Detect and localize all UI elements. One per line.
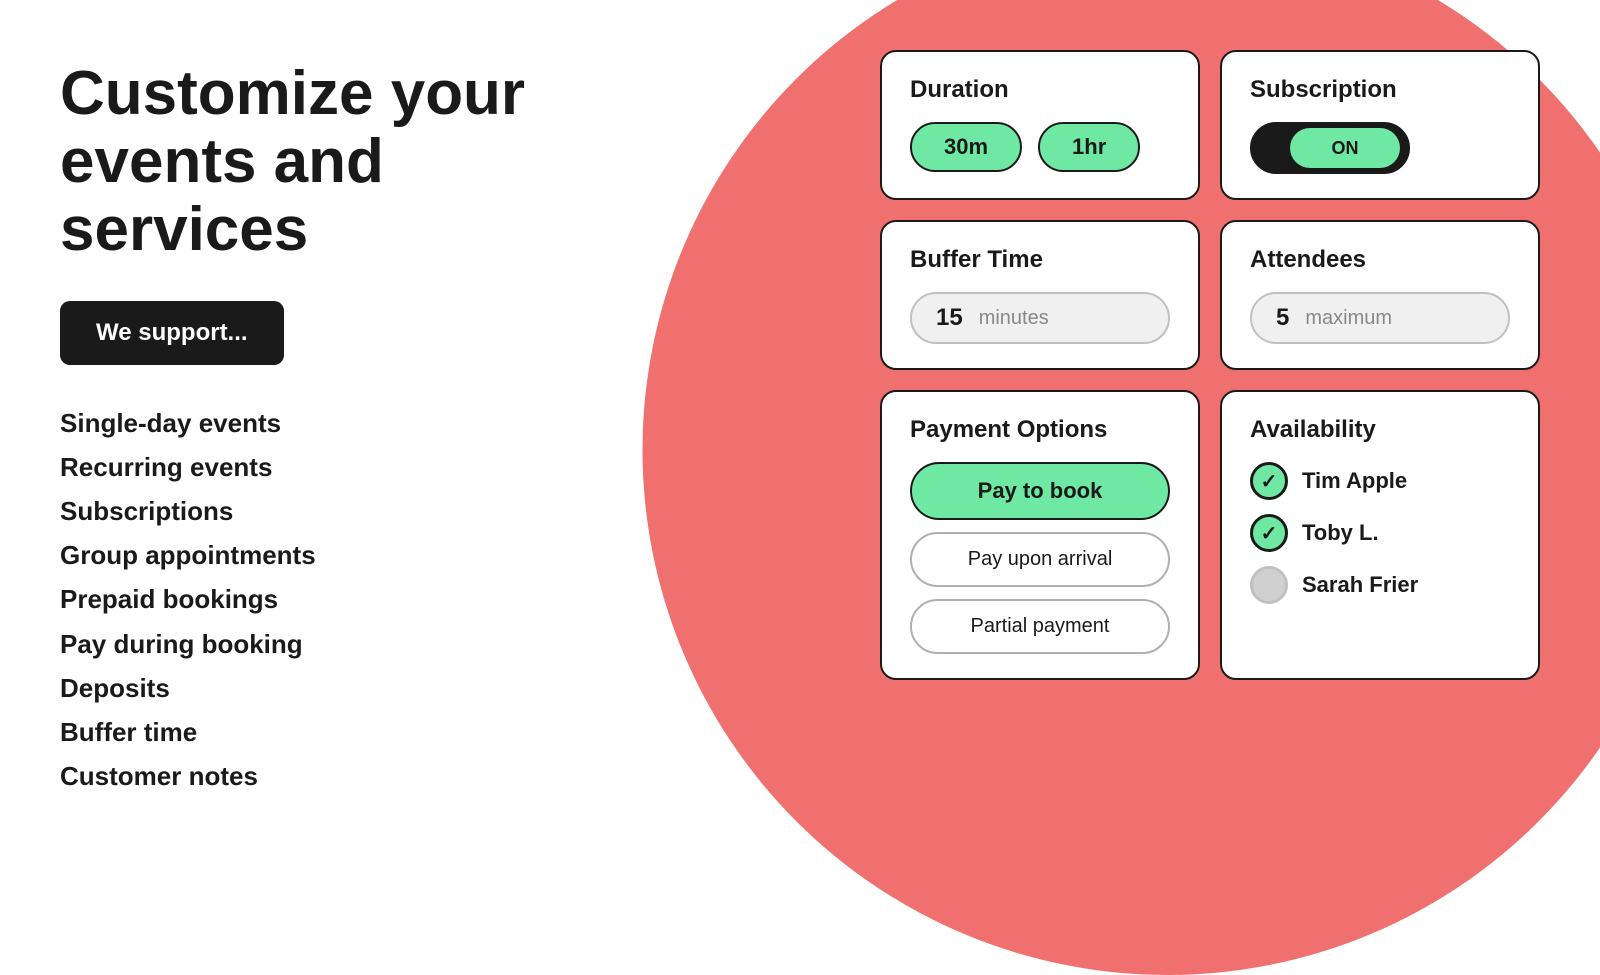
feature-list: Single-day eventsRecurring eventsSubscri… [60, 401, 640, 799]
feature-item: Deposits [60, 666, 640, 710]
feature-item: Customer notes [60, 754, 640, 798]
attendee-name: Sarah Frier [1302, 572, 1418, 598]
duration-title: Duration [910, 76, 1170, 104]
buffer-time-input[interactable]: 15 minutes [910, 292, 1170, 344]
buffer-time-unit: minutes [979, 307, 1049, 330]
feature-item: Single-day events [60, 401, 640, 445]
pay-upon-arrival-button[interactable]: Pay upon arrival [910, 532, 1170, 587]
checkmark-icon: ✓ [1261, 521, 1278, 546]
subscription-toggle[interactable]: ON [1250, 122, 1410, 174]
attendees-card: Attendees 5 maximum [1220, 220, 1540, 370]
subscription-card: Subscription ON [1220, 50, 1540, 200]
pay-to-book-button[interactable]: Pay to book [910, 462, 1170, 520]
availability-card: Availability ✓ Tim Apple ✓ Toby L. Sarah Fri… [1220, 390, 1540, 680]
main-title: Customize your events and services [60, 60, 640, 265]
feature-item: Group appointments [60, 533, 640, 577]
partial-payment-button[interactable]: Partial payment [910, 599, 1170, 654]
feature-item: Buffer time [60, 710, 640, 754]
attendee-name: Toby L. [1302, 520, 1379, 546]
title-line2: events and services [60, 127, 384, 264]
attendee-name: Tim Apple [1302, 468, 1407, 494]
payment-options-title: Payment Options [910, 416, 1170, 444]
unchecked-circle[interactable] [1250, 566, 1288, 604]
checkmark-icon: ✓ [1261, 469, 1278, 494]
payment-options-card: Payment Options Pay to book Pay upon arr… [880, 390, 1200, 680]
left-panel: Customize your events and services We su… [60, 60, 640, 798]
attendees-input[interactable]: 5 maximum [1250, 292, 1510, 344]
toggle-container: ON [1250, 122, 1510, 174]
duration-30m-button[interactable]: 30m [910, 122, 1022, 172]
buffer-time-value: 15 [936, 304, 963, 332]
feature-item: Pay during booking [60, 622, 640, 666]
attendee-list: ✓ Tim Apple ✓ Toby L. Sarah Frier [1250, 462, 1510, 604]
feature-item: Recurring events [60, 445, 640, 489]
attendees-unit: maximum [1305, 307, 1392, 330]
attendees-value: 5 [1276, 304, 1289, 332]
attendee-item: ✓ Toby L. [1250, 514, 1510, 552]
toggle-knob: ON [1290, 128, 1400, 168]
attendees-title: Attendees [1250, 246, 1510, 274]
availability-title: Availability [1250, 416, 1510, 444]
checked-circle[interactable]: ✓ [1250, 462, 1288, 500]
buffer-time-card: Buffer Time 15 minutes [880, 220, 1200, 370]
payment-options-list: Pay to book Pay upon arrival Partial pay… [910, 462, 1170, 654]
feature-item: Subscriptions [60, 489, 640, 533]
attendee-item: ✓ Tim Apple [1250, 462, 1510, 500]
support-button[interactable]: We support... [60, 301, 284, 365]
attendee-item: Sarah Frier [1250, 566, 1510, 604]
feature-item: Prepaid bookings [60, 577, 640, 621]
duration-card: Duration 30m 1hr [880, 50, 1200, 200]
duration-1hr-button[interactable]: 1hr [1038, 122, 1140, 172]
title-line1: Customize your [60, 59, 525, 128]
buffer-time-title: Buffer Time [910, 246, 1170, 274]
duration-buttons: 30m 1hr [910, 122, 1170, 172]
subscription-title: Subscription [1250, 76, 1510, 104]
checked-circle[interactable]: ✓ [1250, 514, 1288, 552]
cards-panel: Duration 30m 1hr Subscription ON Buffer … [880, 50, 1540, 680]
